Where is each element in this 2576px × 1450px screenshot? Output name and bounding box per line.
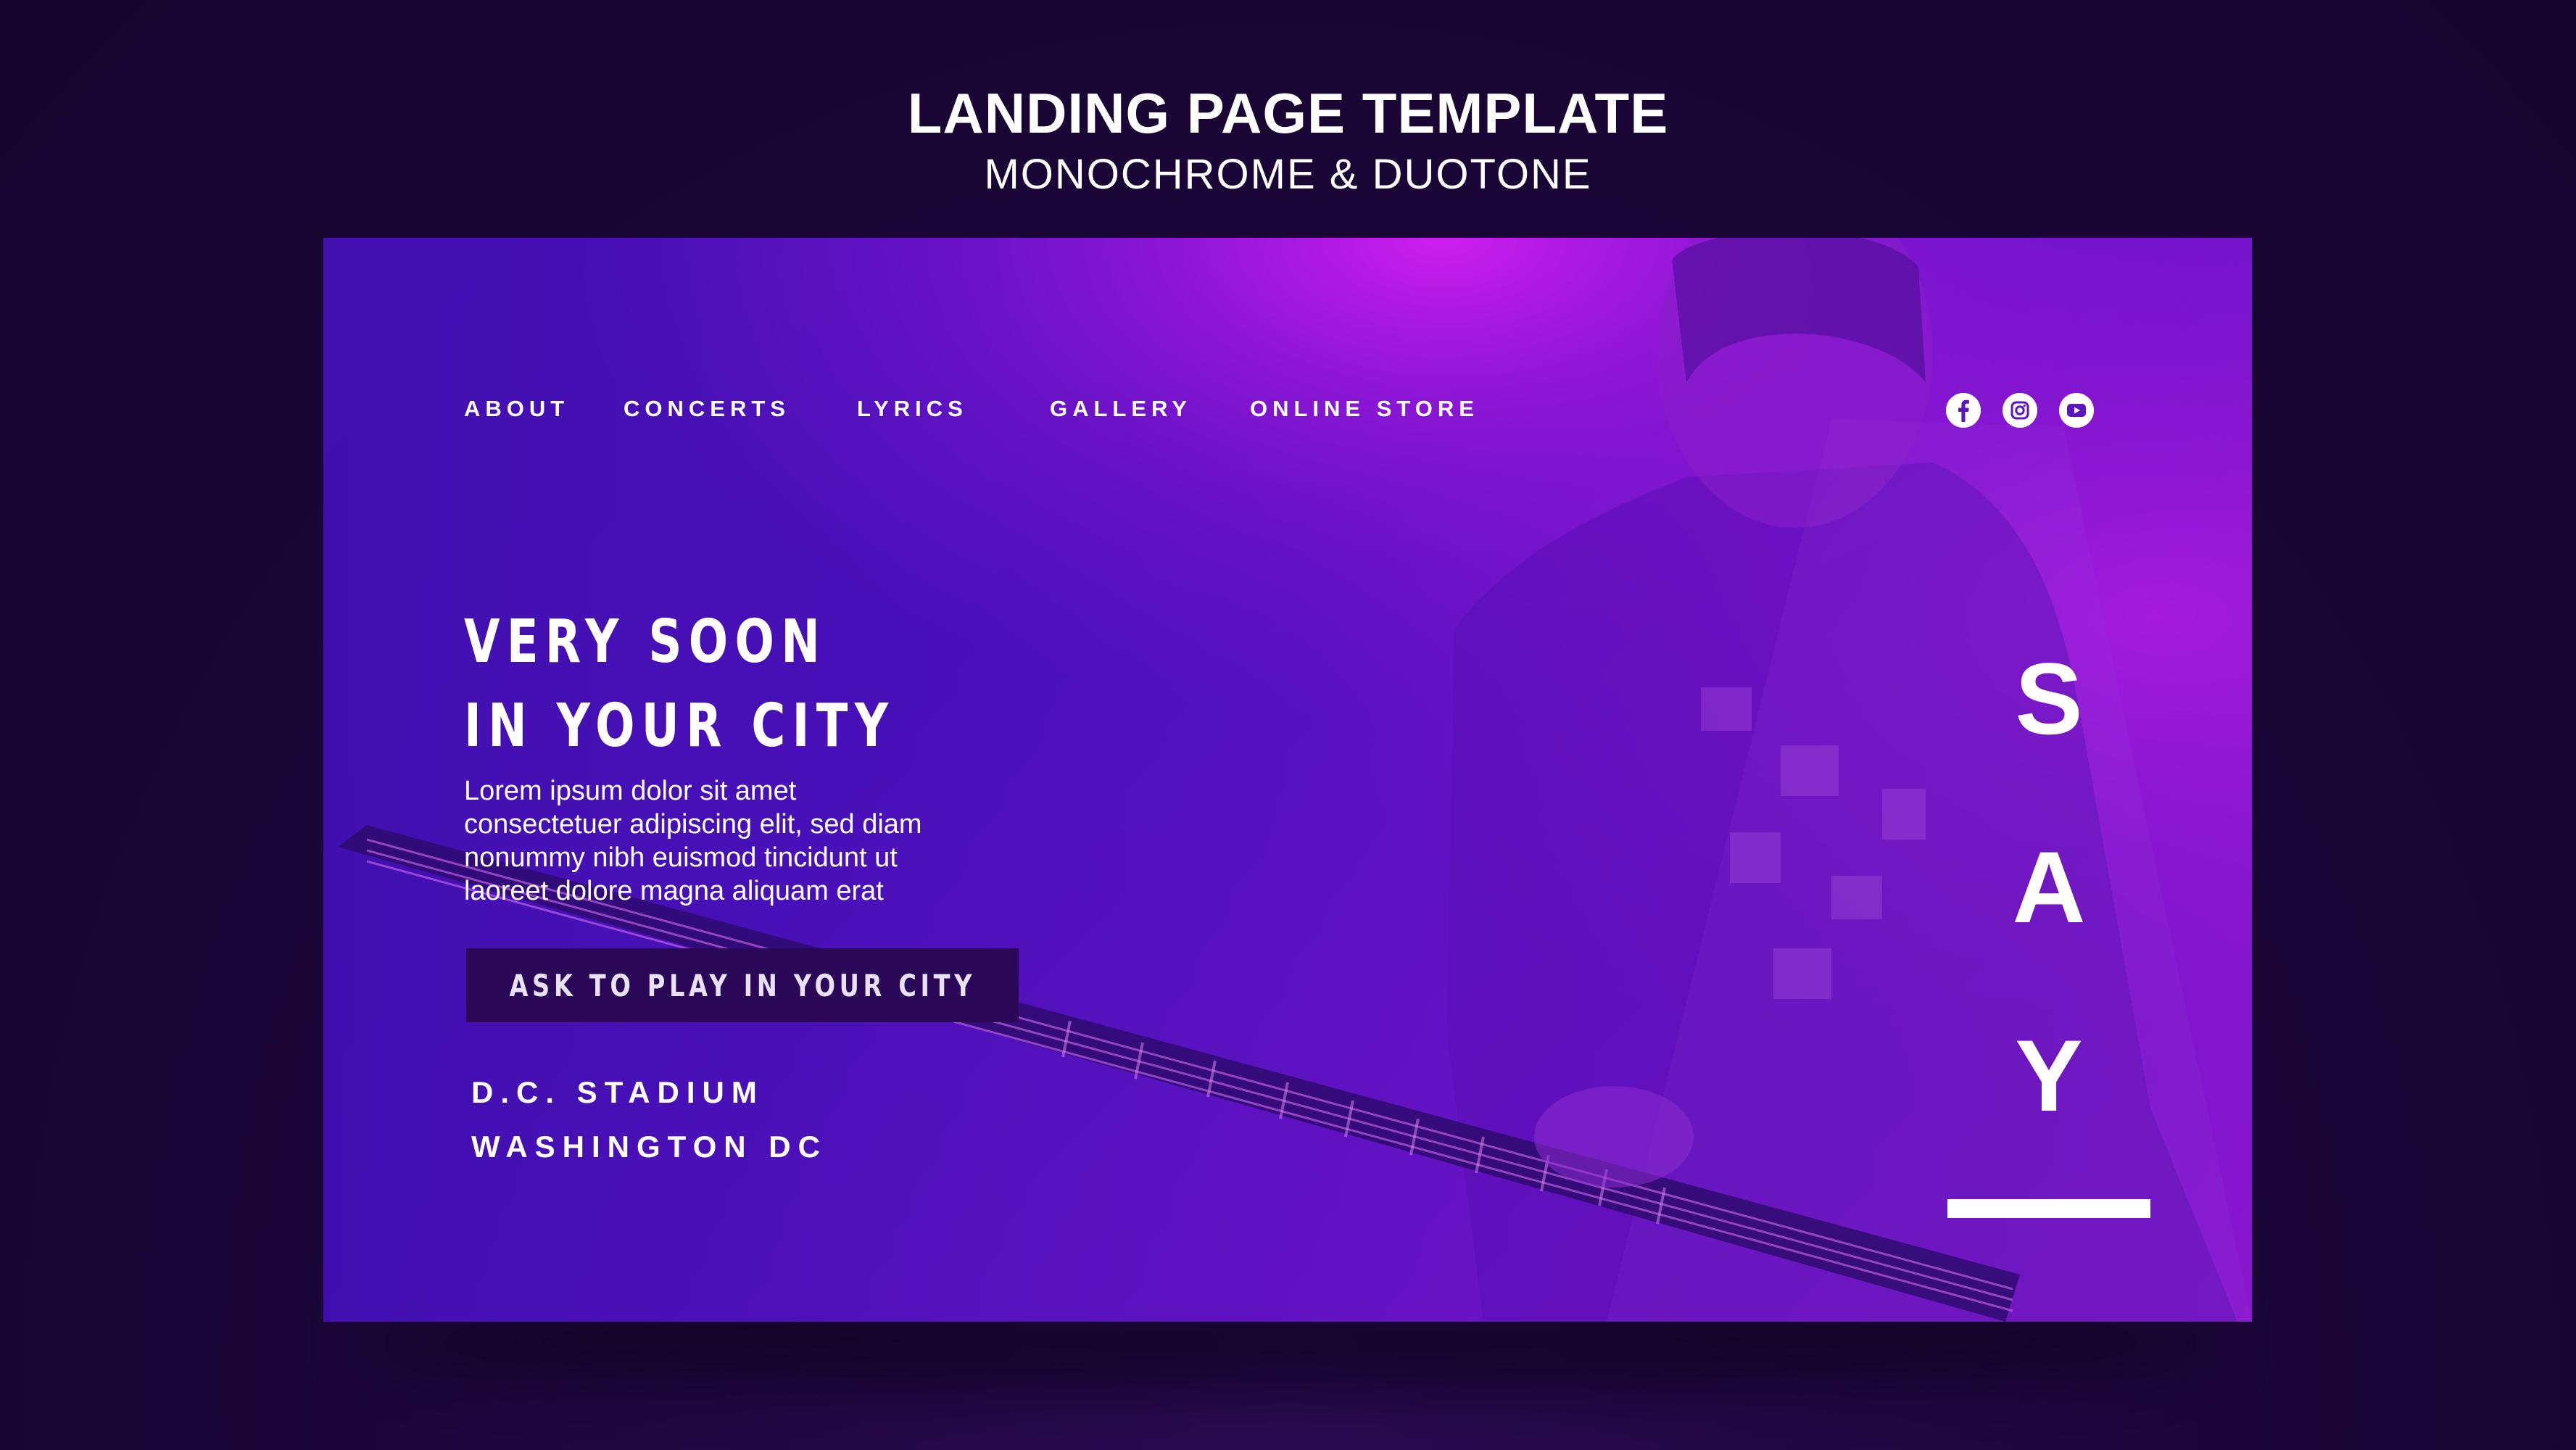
nav-online-store[interactable]: ONLINE STORE <box>1250 396 1479 422</box>
facebook-icon[interactable] <box>1946 393 1981 428</box>
template-title: LANDING PAGE TEMPLATE <box>907 81 1669 145</box>
template-subtitle: MONOCHROME & DUOTONE <box>984 151 1592 198</box>
instagram-icon[interactable] <box>2003 393 2037 428</box>
ask-to-play-label: ASK TO PLAY IN YOUR CITY <box>509 967 976 1003</box>
brand-letter-s: S <box>2015 642 2083 755</box>
hero-title-line-1: VERY SOON <box>464 608 827 676</box>
venue-city: WASHINGTON DC <box>471 1130 827 1164</box>
youtube-icon[interactable] <box>2059 393 2094 428</box>
hero-title-line-2: IN YOUR CITY <box>464 692 895 761</box>
hero-description: Lorem ipsum dolor sit amet consectetuer … <box>464 774 1088 908</box>
hero-title: VERY SOON IN YOUR CITY <box>464 600 895 768</box>
nav-concerts[interactable]: CONCERTS <box>624 396 790 422</box>
template-heading: LANDING PAGE TEMPLATE MONOCHROME & DUOTO… <box>0 80 2576 203</box>
nav-about[interactable]: ABOUT <box>464 396 569 422</box>
hero-description-line: laoreet dolore magna aliquam erat <box>464 876 884 906</box>
hero-description-line: consectetuer adipiscing elit, sed diam <box>464 809 922 840</box>
brand-underline <box>1947 1199 2150 1218</box>
nav-gallery[interactable]: GALLERY <box>1050 396 1192 422</box>
hero-description-line: Lorem ipsum dolor sit amet <box>464 776 797 806</box>
hero-description-line: nonummy nibh euismod tincidunt ut <box>464 842 898 873</box>
brand-letter-a: A <box>2012 830 2086 944</box>
template-canvas: LANDING PAGE TEMPLATE MONOCHROME & DUOTO… <box>0 0 2576 1450</box>
nav-lyrics[interactable]: LYRICS <box>857 396 968 422</box>
brand-letter-y: Y <box>2015 1019 2083 1132</box>
landing-page-mockup: ABOUT CONCERTS LYRICS GALLERY ONLINE STO… <box>323 238 2252 1322</box>
ask-to-play-button[interactable]: ASK TO PLAY IN YOUR CITY <box>466 948 1019 1022</box>
venue-name: D.C. STADIUM <box>471 1075 764 1109</box>
